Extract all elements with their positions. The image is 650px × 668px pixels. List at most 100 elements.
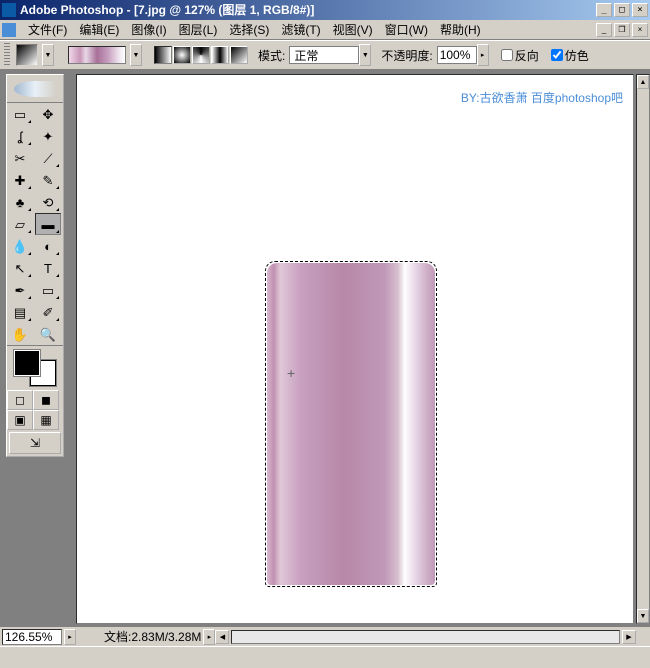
menu-view[interactable]: 视图(V) xyxy=(327,19,379,40)
menu-file[interactable]: 文件(F) xyxy=(22,19,73,40)
tools-palette[interactable]: ▭ ✥ ʆ ✦ ✂ ⟋ ✚ ✎ ♣ ⟲ ▱ ▬ 💧 ◐ ↖ T ✒ ▭ ▤ ✐ … xyxy=(6,74,64,457)
menu-bar: 文件(F) 编辑(E) 图像(I) 图层(L) 选择(S) 滤镜(T) 视图(V… xyxy=(0,20,650,40)
history-brush-tool[interactable]: ⟲ xyxy=(35,191,61,213)
path-select-tool[interactable]: ↖ xyxy=(7,257,33,279)
color-swatches[interactable] xyxy=(14,350,56,386)
credit-text: BY:古欲香萧 百度photoshop吧 xyxy=(461,89,623,106)
shape-tool[interactable]: ▭ xyxy=(35,279,61,301)
window-titlebar: Adobe Photoshop - [7.jpg @ 127% (图层 1, R… xyxy=(0,0,650,20)
menu-filter[interactable]: 滤镜(T) xyxy=(275,19,326,40)
gradient-tool[interactable]: ▬ xyxy=(35,213,61,235)
screen-standard-button[interactable]: ▣ xyxy=(7,410,33,430)
scroll-up-button[interactable]: ▲ xyxy=(637,75,649,89)
opacity-label: 不透明度: xyxy=(381,47,432,64)
doc-size-value: 2.83M/3.28M xyxy=(131,630,201,644)
window-title: Adobe Photoshop - [7.jpg @ 127% (图层 1, R… xyxy=(20,0,596,20)
menu-window[interactable]: 窗口(W) xyxy=(379,19,434,40)
stamp-tool[interactable]: ♣ xyxy=(7,191,33,213)
doc-close-button[interactable]: × xyxy=(632,23,648,37)
menu-edit[interactable]: 编辑(E) xyxy=(73,19,125,40)
resize-corner[interactable] xyxy=(636,630,650,644)
doc-minimize-button[interactable]: _ xyxy=(596,23,612,37)
screen-mode-group: ▣ ▦ xyxy=(7,410,63,430)
canvas-inner[interactable]: BY:古欲香萧 百度photoshop吧 + xyxy=(77,75,633,623)
opacity-dropdown[interactable]: ▸ xyxy=(477,44,489,66)
gradient-rectangle-shape xyxy=(267,263,435,585)
reverse-checkbox[interactable] xyxy=(501,49,513,61)
reverse-label: 反向 xyxy=(515,47,539,64)
dither-label: 仿色 xyxy=(565,47,589,64)
gradient-preview[interactable] xyxy=(68,46,126,64)
gradient-tool-icon xyxy=(16,44,38,66)
zoom-dropdown[interactable]: ▸ xyxy=(64,629,76,645)
window-buttons: _ □ × xyxy=(596,3,648,17)
edit-mode-group: ◻ ◼ xyxy=(7,390,63,410)
work-area: ▭ ✥ ʆ ✦ ✂ ⟋ ✚ ✎ ♣ ⟲ ▱ ▬ 💧 ◐ ↖ T ✒ ▭ ▤ ✐ … xyxy=(0,70,650,646)
gradient-diamond-button[interactable] xyxy=(230,46,248,64)
blend-mode-dropdown[interactable]: ▼ xyxy=(359,44,371,66)
doc-label: 文档: xyxy=(104,630,131,644)
zoom-tool[interactable]: 🔍 xyxy=(35,323,61,345)
lasso-tool[interactable]: ʆ xyxy=(7,125,33,147)
dither-checkbox[interactable] xyxy=(551,49,563,61)
menu-select[interactable]: 选择(S) xyxy=(223,19,275,40)
scroll-down-button[interactable]: ▼ xyxy=(637,609,649,623)
blend-mode-label: 模式: xyxy=(258,47,285,64)
document-canvas[interactable]: BY:古欲香萧 百度photoshop吧 + xyxy=(76,74,634,624)
gradient-linear-button[interactable] xyxy=(154,46,172,64)
menu-help[interactable]: 帮助(H) xyxy=(434,19,487,40)
blur-tool[interactable]: 💧 xyxy=(7,235,33,257)
zoom-field[interactable] xyxy=(2,629,62,645)
eyedropper-tool[interactable]: ✐ xyxy=(35,301,61,323)
crop-tool[interactable]: ✂ xyxy=(7,147,33,169)
wand-tool[interactable]: ✦ xyxy=(35,125,61,147)
blend-mode-value[interactable] xyxy=(289,46,359,64)
scroll-left-button[interactable]: ◀ xyxy=(215,630,229,644)
opacity-value[interactable] xyxy=(437,46,477,64)
gradient-reflected-button[interactable] xyxy=(211,46,229,64)
type-tool[interactable]: T xyxy=(35,257,61,279)
marquee-tool[interactable]: ▭ xyxy=(7,103,33,125)
gradient-radial-button[interactable] xyxy=(173,46,191,64)
standard-mode-button[interactable]: ◻ xyxy=(7,390,33,410)
healing-tool[interactable]: ✚ xyxy=(7,169,33,191)
feather-icon xyxy=(14,81,56,97)
foreground-color-swatch[interactable] xyxy=(14,350,40,376)
vertical-scrollbar[interactable]: ▲ ▼ xyxy=(636,74,650,624)
dither-checkbox-item[interactable]: 仿色 xyxy=(551,47,589,64)
reverse-checkbox-item[interactable]: 反向 xyxy=(501,47,539,64)
pen-tool[interactable]: ✒ xyxy=(7,279,33,301)
slice-tool[interactable]: ⟋ xyxy=(35,147,61,169)
app-status-bar xyxy=(0,646,650,668)
doc-info-dropdown[interactable]: ▸ xyxy=(203,629,215,645)
menu-image[interactable]: 图像(I) xyxy=(125,19,172,40)
horizontal-scrollbar[interactable] xyxy=(231,630,620,644)
tools-header[interactable] xyxy=(7,75,63,103)
move-tool[interactable]: ✥ xyxy=(35,103,61,125)
notes-tool[interactable]: ▤ xyxy=(7,301,33,323)
tool-options-bar: ▼ ▼ 模式: ▼ 不透明度: ▸ 反向 仿色 xyxy=(0,40,650,70)
doc-restore-button[interactable]: ❐ xyxy=(614,23,630,37)
brush-tool[interactable]: ✎ xyxy=(35,169,61,191)
photoshop-app-icon xyxy=(2,3,16,17)
jump-to-imageready-button[interactable]: ⇲ xyxy=(9,432,61,454)
dodge-tool[interactable]: ◐ xyxy=(35,235,61,257)
scroll-right-button[interactable]: ▶ xyxy=(622,630,636,644)
gradient-type-group xyxy=(154,46,248,64)
hand-tool[interactable]: ✋ xyxy=(7,323,33,345)
gradient-angle-button[interactable] xyxy=(192,46,210,64)
maximize-button[interactable]: □ xyxy=(614,3,630,17)
quickmask-mode-button[interactable]: ◼ xyxy=(33,390,59,410)
menu-layer[interactable]: 图层(L) xyxy=(173,19,224,40)
screen-full-menubar-button[interactable]: ▦ xyxy=(33,410,59,430)
document-window-buttons: _ ❐ × xyxy=(596,23,648,37)
tool-preset-dropdown[interactable]: ▼ xyxy=(42,44,54,66)
eraser-tool[interactable]: ▱ xyxy=(7,213,33,235)
close-button[interactable]: × xyxy=(632,3,648,17)
minimize-button[interactable]: _ xyxy=(596,3,612,17)
blend-mode-select[interactable]: ▼ xyxy=(289,44,371,66)
options-grip-icon[interactable] xyxy=(4,43,10,67)
opacity-field[interactable]: ▸ xyxy=(437,44,489,66)
document-icon xyxy=(2,23,16,37)
gradient-picker-dropdown[interactable]: ▼ xyxy=(130,44,142,66)
